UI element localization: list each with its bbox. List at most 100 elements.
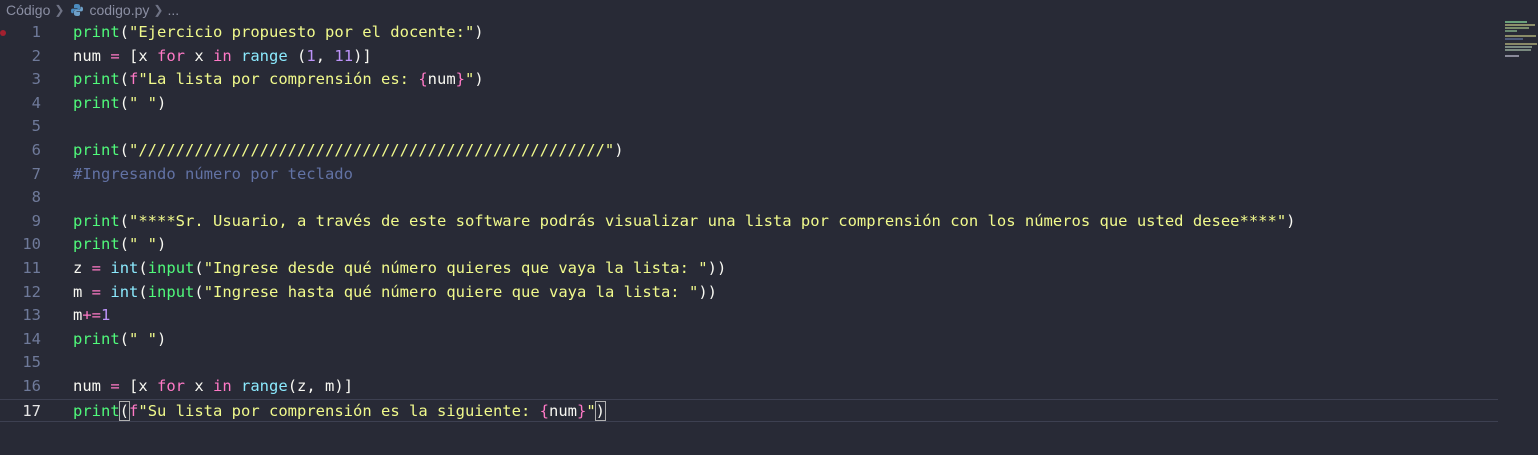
code-token: ) (1286, 211, 1296, 230)
code-text: print(" ") (73, 233, 166, 257)
code-line-10[interactable]: 10 print(" ") (0, 233, 1500, 257)
code-text: num = [x for x in range (1, 11)] (73, 45, 372, 69)
code-text: m+=1 (73, 304, 110, 328)
code-token: 11 (334, 46, 354, 65)
code-token: print (73, 23, 120, 41)
code-token: ] (362, 46, 372, 65)
code-token: { (539, 401, 549, 420)
code-text: print("/////////////////////////////////… (73, 139, 624, 163)
code-token: ) (474, 70, 484, 89)
code-token: { (418, 70, 428, 89)
code-token: += (82, 306, 102, 325)
code-token: int (110, 259, 139, 277)
code-token: } (455, 70, 466, 89)
code-token: z, m (297, 377, 335, 395)
code-token: [x (119, 377, 157, 395)
code-line-4[interactable]: 4 print(" ") (0, 92, 1500, 116)
code-token: "Ingrese desde qué número quieres que va… (203, 259, 708, 277)
code-token: ) (157, 235, 167, 254)
code-text: num = [x for x in range(z, m)] (73, 375, 353, 399)
line-number: 7 (31, 164, 41, 183)
chevron-right-icon: ❯ (153, 3, 164, 17)
code-token: ( (119, 329, 130, 348)
python-icon (70, 3, 84, 17)
code-token: ( (119, 93, 130, 112)
code-token: "Ejercicio propuesto por el docente:" (129, 23, 475, 41)
code-line-9[interactable]: 9 print("****Sr. Usuario, a través de est… (0, 210, 1500, 234)
line-number: 14 (22, 329, 41, 348)
breadcrumb-folder[interactable]: Código (0, 2, 50, 18)
code-editor[interactable]: 1 print("Ejercicio propuesto por el docen… (0, 20, 1538, 455)
code-token: print (73, 211, 120, 230)
code-token: num (427, 70, 456, 89)
code-token: = (110, 46, 120, 65)
code-token: num (548, 401, 577, 420)
line-number: 17 (22, 401, 41, 420)
code-token: "La lista por comprensión es: (138, 70, 419, 89)
code-line-15[interactable]: 15 (0, 351, 1500, 375)
code-token: input (147, 259, 195, 277)
breadcrumb-file[interactable]: codigo.py (89, 2, 149, 18)
line-number: 4 (31, 93, 41, 112)
code-token: 1 (306, 46, 316, 65)
code-token: ) (614, 141, 624, 159)
code-line-17[interactable]: 17 print(f"Su lista por comprensión es la… (0, 398, 1498, 423)
code-line-7[interactable]: 7 #Ingresando número por teclado (0, 163, 1500, 187)
code-line-12[interactable]: 12 m = int(input("Ingrese hasta qué númer… (0, 281, 1500, 305)
code-line-13[interactable]: 13 m+=1 (0, 304, 1500, 328)
code-token: print (73, 329, 120, 348)
code-line-3[interactable]: 3 print(f"La lista por comprensión es: {n… (0, 68, 1500, 92)
code-line-8[interactable]: 8 (0, 186, 1500, 210)
minimap[interactable] (1505, 20, 1537, 60)
code-token: ( (138, 259, 148, 277)
code-token: )) (707, 259, 727, 277)
code-line-6[interactable]: 6 print("////////////////////////////////… (0, 139, 1500, 163)
line-number: 3 (31, 70, 41, 89)
code-token: [x (119, 46, 157, 65)
code-token: print (73, 235, 120, 254)
code-token: f (129, 70, 139, 89)
code-token: for (157, 377, 185, 395)
code-text: print(f"La lista por comprensión es: {nu… (73, 68, 484, 92)
code-token: f (129, 401, 139, 420)
code-token: = (91, 259, 102, 277)
code-token: , (315, 46, 335, 65)
code-token: print (73, 141, 120, 159)
code-token: print (73, 70, 120, 89)
code-line-14[interactable]: 14 print(" ") (0, 328, 1500, 352)
code-token: ) (157, 329, 167, 348)
line-number: 2 (31, 46, 41, 65)
code-token: ( (119, 141, 130, 159)
code-token: ) (594, 400, 607, 421)
code-token: ( (297, 46, 307, 65)
code-token: ( (194, 259, 204, 277)
code-token: m (73, 282, 92, 301)
code-line-2[interactable]: 2 num = [x for x in range (1, 11)] (0, 45, 1500, 69)
code-token: ) (157, 93, 167, 112)
line-number: 12 (22, 282, 41, 301)
code-line-1[interactable]: 1 print("Ejercicio propuesto por el docen… (0, 21, 1500, 45)
breadcrumb-more[interactable]: ... (167, 2, 179, 18)
code-token: in (213, 46, 232, 65)
code-token: print (73, 93, 120, 112)
code-token: ] (343, 377, 354, 395)
code-token: ) (334, 377, 344, 395)
code-token: " (465, 70, 475, 89)
code-token: m (73, 306, 83, 325)
line-number: 15 (22, 353, 41, 372)
code-token: " (586, 401, 596, 420)
code-token: #Ingresando número por teclado (73, 164, 353, 183)
code-line-5[interactable]: 5 (0, 115, 1500, 139)
code-token: for (157, 46, 185, 65)
code-line-11[interactable]: 11 z = int(input("Ingrese desde qué númer… (0, 257, 1500, 281)
code-line-16[interactable]: 16 num = [x for x in range(z, m)] (0, 375, 1500, 399)
code-token: ( (138, 282, 148, 301)
code-token: ( (287, 377, 298, 395)
code-token: ( (119, 23, 130, 41)
line-number: 13 (22, 306, 41, 325)
code-token: } (576, 401, 587, 420)
line-number: 5 (31, 117, 41, 136)
code-token: int (110, 282, 139, 301)
